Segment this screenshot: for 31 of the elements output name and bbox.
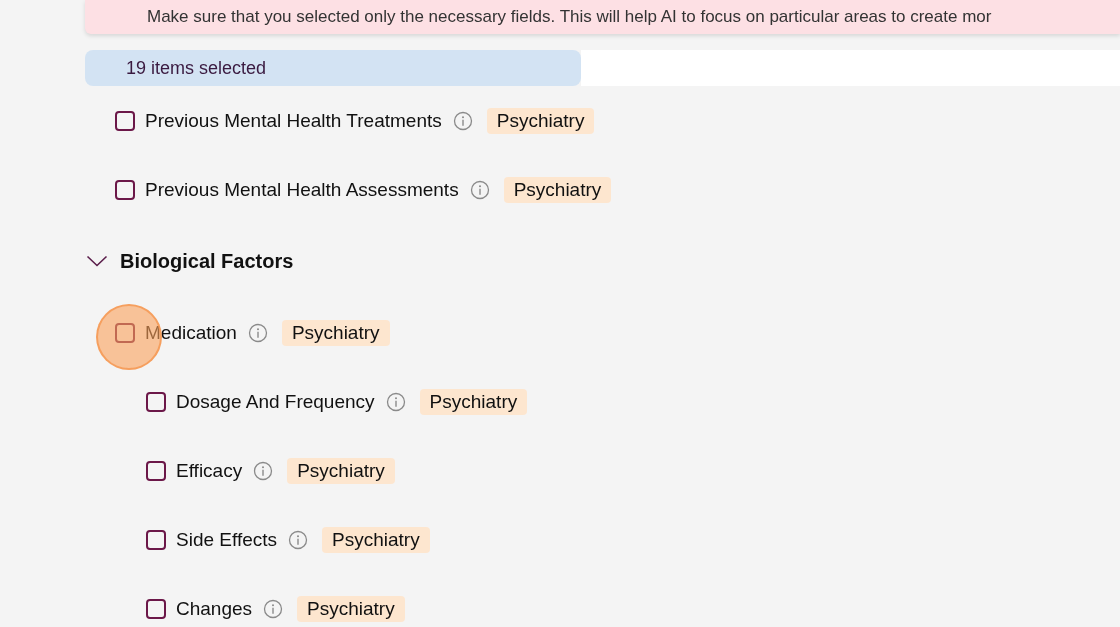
field-label: Dosage And Frequency [176,390,375,413]
checkbox[interactable] [146,529,166,550]
category-tag: Psychiatry [287,457,395,484]
checkbox[interactable] [146,598,166,619]
info-icon[interactable] [263,598,284,619]
checkbox[interactable] [115,179,135,200]
category-tag: Psychiatry [297,595,405,622]
category-tag: Psychiatry [322,526,430,553]
field-label: Previous Mental Health Treatments [145,109,442,132]
category-tag: Psychiatry [281,319,390,346]
info-icon[interactable] [288,529,309,550]
info-icon[interactable] [469,179,490,200]
category-tag: Psychiatry [503,176,612,203]
field-label: Previous Mental Health Assessments [145,178,459,201]
selection-count: 19 items selected [126,57,267,79]
section-title: Biological Factors [120,249,294,273]
checkbox[interactable] [115,322,135,343]
info-icon[interactable] [385,391,406,412]
checkbox[interactable] [146,460,166,481]
checkbox[interactable] [146,391,166,412]
category-tag: Psychiatry [419,388,528,415]
info-icon[interactable] [452,110,473,131]
field-label: Efficacy [176,459,243,482]
info-icon[interactable] [253,460,274,481]
chevron-icon[interactable] [86,255,108,267]
banner-text: Make sure that you selected only the necessary fields. This will help AI to focus on particular areas to create mor [147,7,992,27]
checkbox[interactable] [115,110,135,131]
field-label: Changes [176,597,253,620]
category-tag: Psychiatry [486,107,595,134]
info-icon[interactable] [247,322,268,343]
field-label: Side Effects [176,528,278,551]
